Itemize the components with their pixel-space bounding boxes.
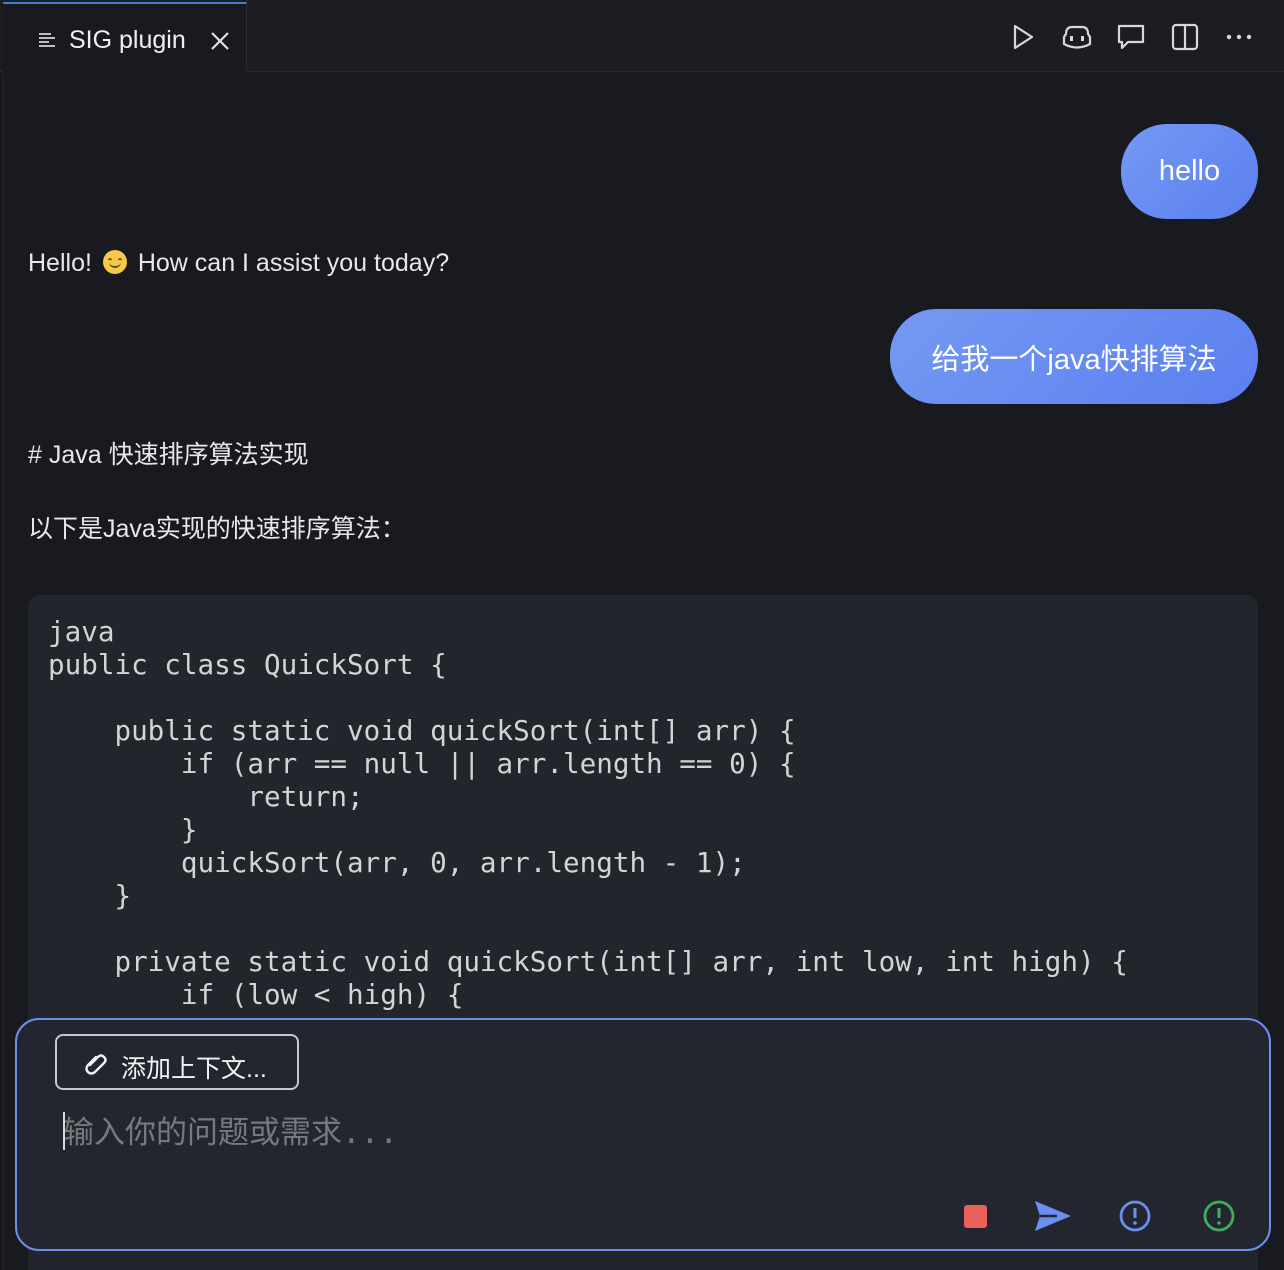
tab-actions — [1008, 22, 1254, 52]
copilot-icon[interactable] — [1062, 22, 1092, 52]
assistant-message: Hello! How can I assist you today? — [28, 249, 449, 278]
stop-icon — [963, 1204, 987, 1228]
close-icon[interactable] — [209, 30, 231, 52]
chat-input-box: 添加上下文... — [15, 1018, 1271, 1251]
paperclip-icon — [83, 1050, 109, 1076]
assistant-intro: 以下是Java实现的快速排序算法： — [28, 515, 406, 543]
list-icon — [37, 30, 57, 50]
info-icon — [1119, 1200, 1151, 1232]
stop-button[interactable] — [955, 1196, 995, 1236]
send-button[interactable] — [1033, 1196, 1073, 1236]
user-message-bubble: 给我一个java快排算法 — [890, 309, 1258, 404]
text-caret — [63, 1112, 65, 1150]
editor-tab-bar: SIG plugin — [0, 0, 1284, 72]
input-toolbar — [869, 1196, 1269, 1236]
code-text: java public class QuickSort { public sta… — [48, 615, 1128, 1011]
assistant-message-text: Hello! — [28, 249, 92, 277]
status-button[interactable] — [1199, 1196, 1239, 1236]
info-button[interactable] — [1115, 1196, 1155, 1236]
run-icon[interactable] — [1008, 22, 1038, 52]
smile-emoji-icon — [102, 250, 127, 274]
user-message-bubble: hello — [1121, 124, 1258, 219]
comment-icon[interactable] — [1116, 22, 1146, 52]
more-icon[interactable] — [1224, 22, 1254, 52]
add-context-button[interactable]: 添加上下文... — [55, 1034, 299, 1090]
add-context-label: 添加上下文... — [121, 1055, 267, 1083]
panel-divider — [3, 73, 4, 1270]
assistant-heading: # Java 快速排序算法实现 — [28, 441, 309, 469]
chat-prompt-input[interactable] — [63, 1108, 1223, 1158]
send-icon — [1035, 1201, 1071, 1231]
split-editor-icon[interactable] — [1170, 22, 1200, 52]
tab-sig-plugin[interactable]: SIG plugin — [3, 2, 247, 72]
info-green-icon — [1203, 1200, 1235, 1232]
tab-title: SIG plugin — [69, 26, 186, 54]
assistant-message-text: How can I assist you today? — [137, 249, 450, 277]
